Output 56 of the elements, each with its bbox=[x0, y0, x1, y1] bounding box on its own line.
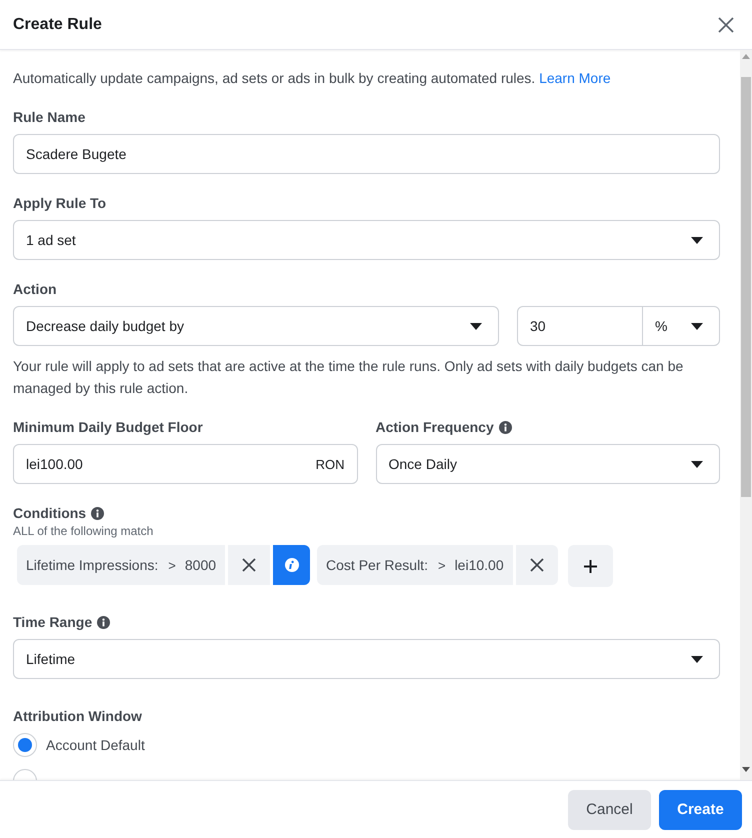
dialog-title: Create Rule bbox=[13, 16, 102, 34]
close-icon bbox=[530, 558, 544, 572]
condition-value: lei10.00 bbox=[454, 557, 504, 573]
condition-metric: Lifetime Impressions: bbox=[26, 557, 158, 573]
condition-operator: > bbox=[438, 558, 446, 572]
info-icon bbox=[91, 506, 104, 520]
condition-value: 8000 bbox=[184, 557, 216, 573]
scrollbar[interactable] bbox=[740, 50, 752, 780]
action-note: Your rule will apply to ad sets that are active at the time the rule runs. Only ad sets with daily budgets can be managed by this rule action. bbox=[13, 357, 684, 398]
field-label: Minimum Daily Budget Floor bbox=[13, 419, 203, 435]
amount-field[interactable]: 30 bbox=[518, 318, 642, 334]
scroll-down-icon bbox=[742, 767, 750, 772]
field-label: Time Range bbox=[13, 614, 92, 630]
budget-input[interactable]: lei100.00 bbox=[14, 456, 316, 472]
add-condition-button[interactable] bbox=[568, 545, 613, 587]
info-icon bbox=[97, 616, 110, 628]
action-frequency-dropdown[interactable]: Once Daily bbox=[376, 444, 720, 484]
intro-text: Automatically update campaigns, ad sets or ads in bulk by creating automated rules. Learn More bbox=[13, 69, 612, 88]
action-dropdown[interactable]: Decrease daily budget by bbox=[13, 306, 499, 346]
create-button[interactable]: Create bbox=[659, 790, 742, 830]
radio-button[interactable] bbox=[13, 733, 37, 757]
condition-chip[interactable]: Lifetime Impressions: > 8000 bbox=[17, 545, 226, 585]
close-icon bbox=[718, 16, 734, 32]
info-icon bbox=[284, 558, 299, 572]
rule-name-field[interactable]: Scadere Bugete bbox=[13, 134, 720, 174]
caret-icon bbox=[691, 460, 703, 468]
caret-icon bbox=[691, 322, 703, 330]
field-label: Attribution Window bbox=[13, 708, 142, 724]
info-button[interactable] bbox=[273, 545, 310, 585]
remove-condition-button[interactable] bbox=[228, 545, 270, 585]
field-label: Action bbox=[13, 281, 57, 297]
condition-chip[interactable]: Cost Per Result: > lei10.00 bbox=[317, 545, 513, 585]
caret-icon bbox=[691, 656, 703, 662]
close-icon bbox=[242, 558, 256, 572]
apply-rule-to-dropdown[interactable]: 1 ad set bbox=[13, 220, 720, 260]
remove-condition-button[interactable] bbox=[516, 545, 558, 585]
condition-metric: Cost Per Result: bbox=[326, 557, 428, 573]
caret-icon bbox=[691, 236, 703, 244]
learn-more-link[interactable]: Learn More bbox=[539, 70, 611, 86]
close-button[interactable] bbox=[716, 14, 736, 34]
info-icon bbox=[498, 420, 512, 434]
time-range-dropdown[interactable]: Lifetime bbox=[13, 639, 720, 679]
conditions-subtitle: ALL of the following match bbox=[13, 524, 154, 538]
field-label: Conditions bbox=[13, 505, 86, 521]
field-label: Apply Rule To bbox=[13, 195, 106, 211]
caret-icon bbox=[470, 322, 482, 330]
field-label: Rule Name bbox=[13, 109, 86, 125]
plus-icon bbox=[584, 560, 597, 572]
currency-label: RON bbox=[316, 456, 346, 472]
cancel-button[interactable]: Cancel bbox=[568, 790, 651, 830]
unit-dropdown[interactable]: % bbox=[642, 307, 719, 345]
condition-operator: > bbox=[168, 558, 176, 572]
field-label: Action Frequency bbox=[376, 419, 494, 435]
budget-floor-field[interactable]: lei100.00 RON bbox=[13, 444, 358, 484]
radio-label: Account Default bbox=[46, 737, 145, 753]
scroll-up-icon bbox=[742, 54, 750, 59]
